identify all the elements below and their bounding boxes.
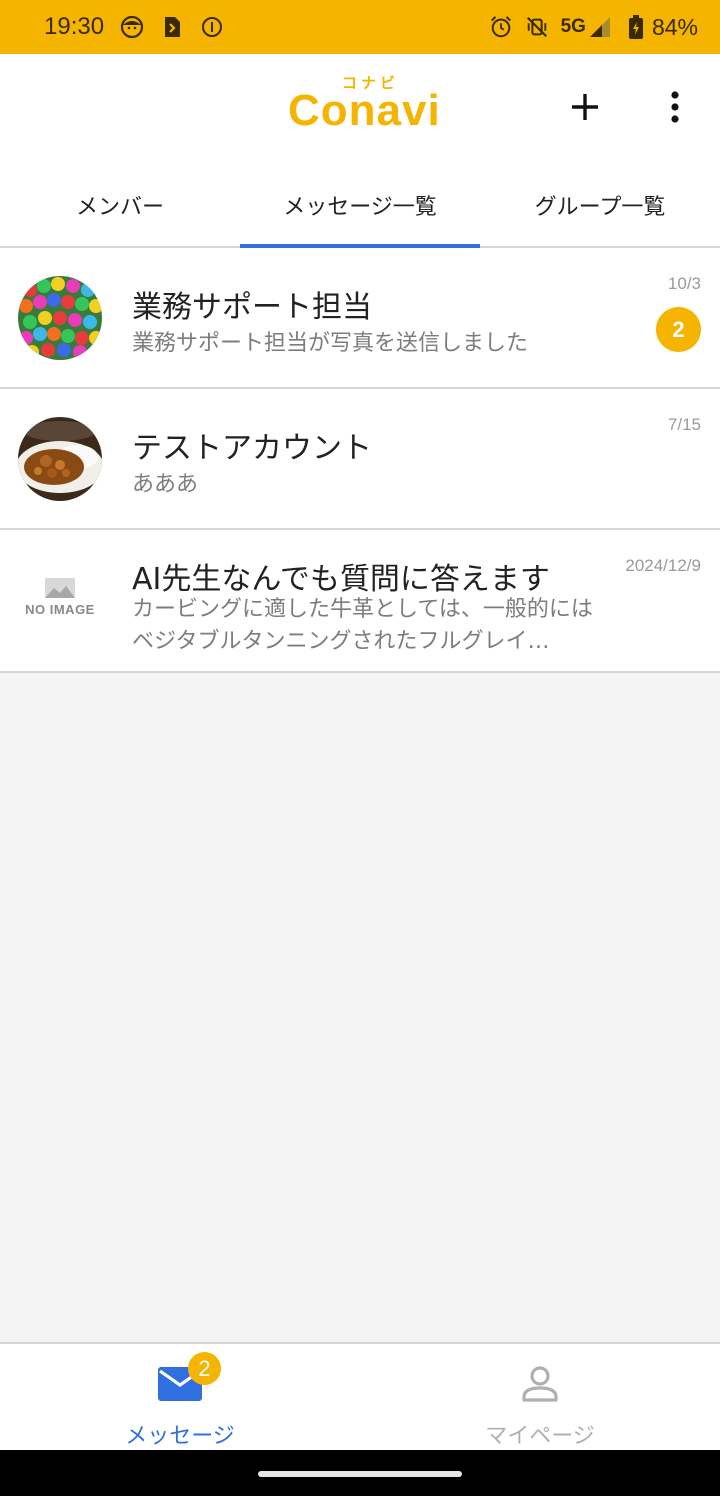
person-icon xyxy=(516,1364,564,1404)
logo-text: Conavi xyxy=(288,86,441,135)
message-date: 2024/12/9 xyxy=(625,556,701,575)
more-menu-button[interactable] xyxy=(654,84,696,130)
image-placeholder-icon xyxy=(45,578,75,598)
tab-bar: メンバー メッセージ一覧 グループ一覧 xyxy=(0,164,720,248)
message-date: 7/15 xyxy=(667,415,701,434)
message-row[interactable]: NO IMAGE AI先生なんでも質問に答えます カービングに適した牛革としては… xyxy=(0,530,720,673)
more-vert-icon xyxy=(671,91,679,123)
battery-icon xyxy=(624,15,648,39)
add-button[interactable] xyxy=(562,84,608,130)
message-date: 10/3 xyxy=(667,274,701,293)
unread-badge: 2 xyxy=(656,307,701,352)
tab-message-list[interactable]: メッセージ一覧 xyxy=(240,164,480,248)
message-row[interactable]: 業務サポート担当 業務サポート担当が写真を送信しました 10/3 2 xyxy=(0,248,720,389)
message-row[interactable]: テストアカウント あああ 7/15 xyxy=(0,389,720,530)
app-header: コナビ Conavi xyxy=(0,54,720,164)
message-preview: 業務サポート担当が写真を送信しました xyxy=(132,331,529,356)
status-time: 19:30 xyxy=(44,13,105,40)
bottom-navigation: 2 メッセージ マイページ xyxy=(0,1342,720,1450)
face-icon xyxy=(120,15,144,39)
network-type: 5G xyxy=(560,16,586,37)
tab-group-list[interactable]: グループ一覧 xyxy=(480,164,720,246)
system-navigation-bar xyxy=(0,1450,720,1496)
plus-icon xyxy=(572,94,598,120)
sim-icon xyxy=(160,15,184,39)
alarm-icon xyxy=(489,15,513,39)
no-image-label: NO IMAGE xyxy=(25,602,95,617)
battery-level: 84% xyxy=(651,13,698,40)
mail-icon: 2 xyxy=(156,1352,221,1404)
avatar-curry xyxy=(18,417,102,501)
message-preview: カービングに適した牛革としては、一般的にはベジタブルタンニングされたフルグレイ… xyxy=(132,597,593,654)
message-list: 業務サポート担当 業務サポート担当が写真を送信しました 10/3 2 テストアカ… xyxy=(0,248,720,673)
nav-messages[interactable]: 2 メッセージ xyxy=(0,1344,360,1450)
message-title: AI先生なんでも質問に答えます xyxy=(132,562,550,597)
message-title: テストアカウント xyxy=(132,431,372,466)
nav-unread-badge: 2 xyxy=(188,1352,221,1385)
status-bar: 19:30 5G 84% xyxy=(0,0,720,54)
no-image-placeholder: NO IMAGE xyxy=(22,578,98,624)
mute-vibrate-icon xyxy=(525,15,549,39)
signal-icon xyxy=(588,15,612,39)
avatar-beads xyxy=(18,276,102,360)
nav-messages-label: メッセージ xyxy=(125,1424,235,1449)
info-icon xyxy=(200,15,224,39)
message-title: 業務サポート担当 xyxy=(132,290,372,325)
gesture-handle[interactable] xyxy=(258,1471,462,1477)
conavi-logo: コナビ Conavi xyxy=(288,74,441,136)
nav-mypage[interactable]: マイページ xyxy=(360,1344,720,1450)
nav-mypage-label: マイページ xyxy=(485,1424,595,1449)
message-preview: あああ xyxy=(132,472,199,497)
tab-members[interactable]: メンバー xyxy=(0,164,240,246)
